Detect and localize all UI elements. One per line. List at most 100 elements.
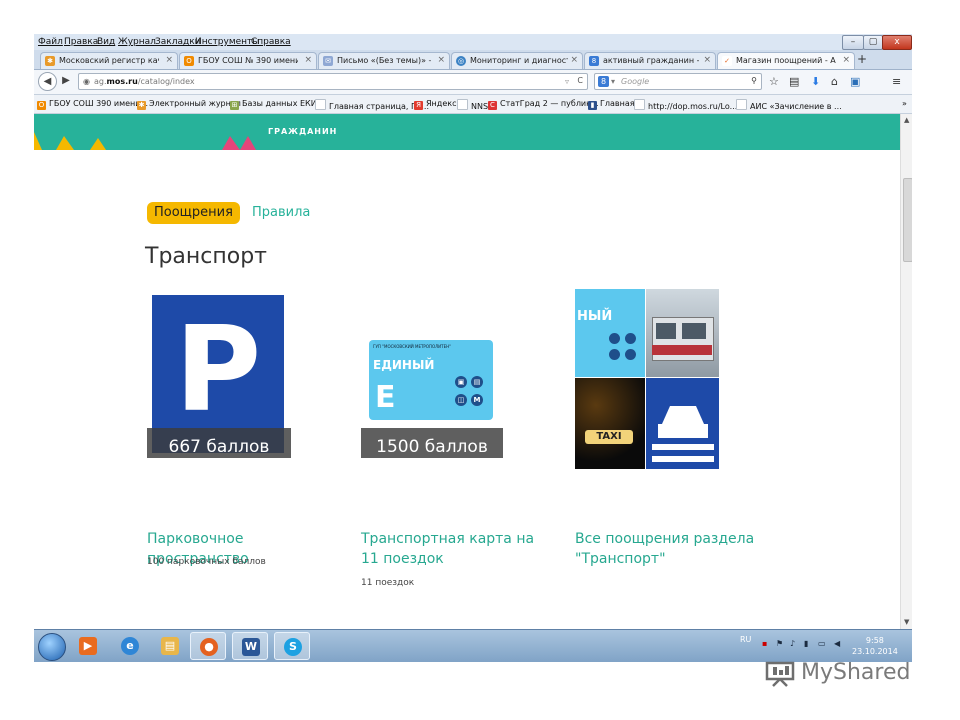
bus-icon: ▣: [455, 376, 467, 388]
forward-button[interactable]: ▶: [58, 73, 74, 89]
scrollbar-thumb[interactable]: [903, 178, 912, 262]
bookmarks-toolbar: О ГБОУ СОШ 390 имени... ✱ Электронный журн…: [34, 95, 912, 114]
open-menu-icon[interactable]: ≡: [892, 75, 901, 88]
bookmark-dop-mos[interactable]: http://dop.mos.ru/Lo...: [634, 99, 737, 111]
bookmark-main[interactable]: ▮ Главная: [588, 99, 635, 110]
tab-monitoring[interactable]: ◎ Мониторинг и диагностика ×: [451, 52, 583, 69]
taskbar-skype[interactable]: S: [274, 632, 310, 660]
parking-card-subtitle: 100 парковочных баллов: [147, 557, 266, 567]
search-icon[interactable]: ⚲: [751, 76, 757, 85]
tab-bar: ✱ Московский регистр каче... × О ГБОУ СО…: [34, 50, 912, 70]
all-transport-title[interactable]: Все поощрения раздела "Транспорт": [575, 529, 765, 569]
bookmark-yandex[interactable]: Я Яндекс: [414, 99, 456, 110]
bookmark-label: http://dop.mos.ru/Lo...: [648, 102, 738, 111]
language-indicator[interactable]: RU: [740, 635, 751, 644]
bookmark-main-page[interactable]: Главная страница, ГБ...: [315, 99, 429, 111]
tab-active-citizen[interactable]: 8 активный гражданин - По... ×: [584, 52, 716, 69]
taskbar-firefox[interactable]: ●: [190, 632, 226, 660]
bookmark-icon: [736, 99, 747, 110]
google-icon: 8: [589, 56, 599, 66]
menu-edit[interactable]: Правка: [64, 37, 98, 47]
bookmark-ekis[interactable]: ⊞ Базы данных ЕКИС: [230, 99, 322, 110]
maximize-button[interactable]: ▢: [863, 35, 883, 50]
menu-help[interactable]: Справка: [251, 37, 291, 47]
power-icon[interactable]: ▮: [804, 639, 808, 648]
bookmarks-overflow-icon[interactable]: »: [902, 99, 907, 108]
all-transport-collage-image[interactable]: НЫЙ TAXI: [575, 289, 719, 469]
tab-close-icon[interactable]: ×: [437, 55, 445, 65]
close-window-button[interactable]: x: [882, 35, 912, 50]
tab-label: Мониторинг и диагностика: [470, 56, 568, 65]
transport-card-image[interactable]: ГУП "МОСКОВСКИЙ МЕТРОПОЛИТЕН" ЕДИНЫЙ E ▣…: [361, 332, 503, 458]
menu-file[interactable]: Файл: [38, 37, 63, 47]
minimize-button[interactable]: –: [842, 35, 864, 50]
bookmark-school-390[interactable]: О ГБОУ СОШ 390 имени...: [37, 99, 148, 110]
tab-close-icon[interactable]: ×: [842, 55, 850, 65]
file-explorer-icon: ▤: [161, 637, 179, 655]
trolleybus-icon: ◫: [455, 394, 467, 406]
menu-bookmarks[interactable]: Закладки: [155, 37, 201, 47]
tab-label: Московский регистр каче...: [59, 56, 159, 65]
tab-moscow-registry[interactable]: ✱ Московский регистр каче... ×: [40, 52, 178, 69]
volume-icon[interactable]: ◀: [834, 639, 840, 648]
speaker-icon[interactable]: ♪: [790, 639, 795, 648]
tab-label: Магазин поощрений - Ак...: [736, 56, 836, 65]
scroll-down-arrow-icon[interactable]: ▼: [904, 618, 909, 626]
bookmark-icon: ⊞: [230, 101, 239, 110]
bookmark-star-icon[interactable]: ☆: [769, 75, 779, 88]
search-engine-icon[interactable]: 8: [598, 76, 609, 87]
bookmark-nns[interactable]: NNS: [457, 99, 488, 111]
bookmark-icon: ▮: [588, 101, 597, 110]
nav-rewards-tab[interactable]: Поощрения: [147, 202, 240, 224]
scroll-up-arrow-icon[interactable]: ▲: [904, 116, 909, 124]
bookmarks-menu-icon[interactable]: ▤: [789, 75, 799, 88]
tab-school-390[interactable]: О ГБОУ СОШ № 390 имени ... ×: [179, 52, 317, 69]
monitor-icon[interactable]: ▭: [818, 639, 826, 648]
search-engine-dropdown-icon[interactable]: ▾: [611, 77, 615, 86]
url-bar[interactable]: ◉ ag.mos.ru/catalog/index ▿ C: [78, 73, 588, 90]
nav-rules-link[interactable]: Правила: [252, 202, 310, 224]
transport-card-title[interactable]: Транспортная карта на 11 поездок: [361, 529, 541, 569]
search-bar[interactable]: 8 ▾ Google ⚲: [594, 73, 762, 90]
taskbar-internet-explorer[interactable]: e: [112, 632, 148, 660]
tab-close-icon[interactable]: ×: [165, 55, 173, 65]
bookmark-e-journal[interactable]: ✱ Электронный журнал: [137, 99, 241, 110]
bookmark-statgrad[interactable]: С СтатГрад 2 — публик...: [488, 99, 599, 110]
bookmark-label: Главная: [600, 99, 635, 108]
dropdown-arrow-icon[interactable]: ▿: [565, 77, 569, 86]
tab-close-icon[interactable]: ×: [304, 55, 312, 65]
metro-icon: [625, 349, 636, 360]
menu-tools[interactable]: Инструменты: [195, 37, 259, 47]
start-button[interactable]: [38, 633, 66, 661]
page-scrollbar[interactable]: ▲ ▼: [900, 114, 912, 629]
parking-price-badge: 667 баллов: [147, 428, 291, 458]
menu-history[interactable]: Журнал: [118, 37, 156, 47]
parking-card-image[interactable]: P 667 баллов: [147, 292, 291, 458]
menu-view[interactable]: Вид: [97, 37, 115, 47]
tab-mail[interactable]: ✉ Письмо «(Без темы)» — Е... ×: [318, 52, 450, 69]
tram-stripe: [652, 345, 712, 355]
tab-rewards-store[interactable]: ✓ Магазин поощрений - Ак... ×: [717, 52, 855, 69]
home-icon[interactable]: ⌂: [831, 75, 838, 88]
globe-icon: ◉: [83, 77, 90, 86]
system-clock[interactable]: 9:58 23.10.2014: [852, 635, 898, 657]
taskbar-file-explorer[interactable]: ▤: [152, 632, 188, 660]
page-content: ГРАЖДАНИН Поощрения Правила Транспорт P …: [34, 114, 900, 629]
download-icon[interactable]: ⬇: [811, 75, 820, 88]
ticket-name: ЕДИНЫЙ: [373, 358, 435, 372]
bookmark-label: Яндекс: [426, 99, 457, 108]
bookmark-icon: О: [37, 101, 46, 110]
flag-icon[interactable]: ⚑: [776, 639, 783, 648]
taskbar-media-player[interactable]: ▶: [70, 632, 106, 660]
addon-icon[interactable]: ▣: [850, 75, 860, 88]
network-icon[interactable]: ▪: [762, 639, 767, 648]
reload-icon[interactable]: C: [577, 76, 583, 85]
taskbar-word[interactable]: W: [232, 632, 268, 660]
new-tab-button[interactable]: +: [857, 52, 867, 66]
firefox-icon: ●: [200, 638, 218, 656]
back-button[interactable]: ◀: [38, 72, 57, 91]
tab-close-icon[interactable]: ×: [703, 55, 711, 65]
bookmark-ais[interactable]: АИС «Зачисление в ...: [736, 99, 842, 111]
menu-bar: Файл Правка Вид Журнал Закладки Инструме…: [34, 34, 912, 50]
tab-close-icon[interactable]: ×: [570, 55, 578, 65]
